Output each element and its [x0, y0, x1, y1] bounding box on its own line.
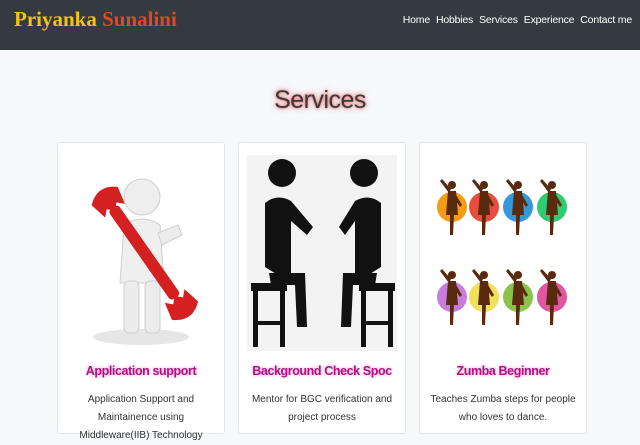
brand-logo[interactable]: Priyanka Sunalini	[14, 6, 177, 32]
nav-services[interactable]: Services	[479, 14, 518, 26]
card-description: Teaches Zumba steps for people who loves…	[430, 394, 576, 423]
nav-home[interactable]: Home	[403, 14, 430, 26]
brand-last-name: Sunalini	[102, 7, 177, 31]
card-title: Application support	[85, 364, 197, 378]
dancers-silhouettes-icon	[428, 155, 578, 351]
card-title: Background Check Spoc	[252, 364, 392, 378]
brand-first-name: Priyanka	[14, 7, 97, 31]
nav-menu: Home Hobbies Services Experience Contact…	[403, 14, 632, 26]
service-card-background-check: Background Check Spoc Mentor for BGC ver…	[238, 142, 406, 434]
card-description: Mentor for BGC verification and project …	[251, 394, 393, 423]
two-people-talking-icon	[247, 155, 397, 351]
person-with-wrench-icon	[66, 155, 216, 351]
section-title: Services	[274, 86, 366, 114]
nav-contact[interactable]: Contact me	[580, 14, 632, 26]
navbar: Priyanka Sunalini Home Hobbies Services …	[0, 0, 640, 50]
card-description: Application Support and Maintainence usi…	[79, 394, 203, 441]
service-card-zumba: Zumba Beginner Teaches Zumba steps for p…	[419, 142, 587, 434]
card-title: Zumba Beginner	[456, 364, 550, 378]
service-card-application-support: Application support Application Support …	[57, 142, 225, 441]
nav-experience[interactable]: Experience	[524, 14, 575, 26]
nav-hobbies[interactable]: Hobbies	[436, 14, 473, 26]
